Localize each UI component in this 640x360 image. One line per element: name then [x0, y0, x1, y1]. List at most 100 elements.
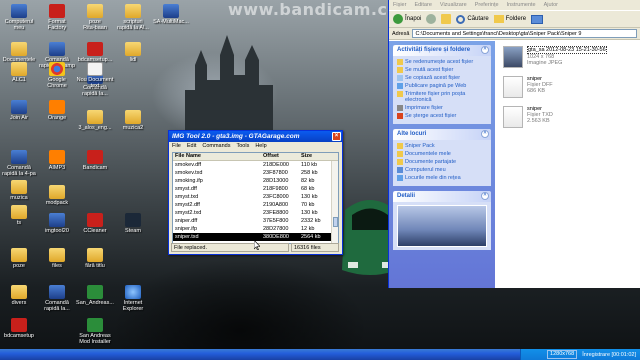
desktop-icon[interactable]: imgtool20 [38, 213, 76, 234]
desktop-icon[interactable]: poze [0, 248, 38, 269]
desktop-icon[interactable]: divers [0, 285, 38, 306]
place-link[interactable]: Documentele mele [397, 151, 487, 157]
task-link[interactable]: Imprimare fișier [397, 105, 487, 111]
address-input[interactable]: C:\Documents and Settings\franci\Desktop… [412, 29, 637, 38]
views-icon[interactable] [531, 14, 544, 24]
desktop-icon[interactable]: San_Andreas... [76, 285, 114, 306]
table-row[interactable]: smyst.txd 23FC8000 130 kb [173, 193, 338, 201]
task-link[interactable]: Publicare pagină pe Web [397, 83, 487, 89]
table-row[interactable]: smokev.txd 23F87800 258 kb [173, 169, 338, 177]
desktop-icon[interactable]: CCleaner [76, 213, 114, 234]
file-item[interactable]: sniper Fișier TXD 2.563 KB [503, 106, 637, 130]
column-file-name[interactable]: File Name [173, 153, 261, 160]
desktop-icon[interactable]: Steam [114, 213, 152, 234]
desktop-icon[interactable]: fără titlu [76, 248, 114, 269]
place-link[interactable]: Computerul meu [397, 167, 487, 173]
desktop-icon[interactable]: Comandă rapidă la... [38, 285, 76, 312]
details-title: Detalii [397, 193, 416, 199]
desktop-icon[interactable]: files [38, 248, 76, 269]
collapse-chevron-icon[interactable]: ^ [481, 130, 489, 138]
menu-ajutor[interactable]: Ajutor [544, 2, 558, 8]
task-link[interactable]: Se redenumește acest fișier [397, 59, 487, 65]
desktop-icon[interactable]: Format Factory [38, 4, 76, 31]
menu-editare[interactable]: Editare [414, 2, 431, 8]
list-scrollbar[interactable] [331, 161, 338, 243]
menu-file[interactable]: File [172, 143, 181, 149]
desktop-icon[interactable]: AIMP3 [38, 150, 76, 171]
place-link-label: Documente partajate [405, 159, 457, 165]
desktop-icon[interactable]: Internet Explorer [114, 285, 152, 312]
table-row[interactable]: smyst2.dff 2190A800 70 kb [173, 201, 338, 209]
place-link[interactable]: Sniper Pack [397, 143, 487, 149]
menu-vizualizare[interactable]: Vizualizare [440, 2, 467, 8]
other-places-header[interactable]: Alte locuri ^ [393, 129, 491, 140]
folders-button[interactable]: Foldere [493, 15, 526, 23]
close-icon[interactable]: × [332, 132, 341, 141]
details-header[interactable]: Detalii ^ [393, 191, 491, 202]
task-link[interactable]: Se șterge acest fișier [397, 113, 487, 119]
desktop-icon[interactable]: modpack [38, 185, 76, 206]
table-row[interactable]: smyst.dff 218F9800 68 kb [173, 185, 338, 193]
desktop-icon[interactable]: bdcamsetup [0, 318, 38, 339]
task-link[interactable]: Se copiază acest fișier [397, 75, 487, 81]
table-row[interactable]: sniper.ifp 28D27800 12 kb [173, 225, 338, 233]
search-label: Căutare [467, 16, 489, 22]
desktop-icon[interactable]: Bandicam [76, 150, 114, 171]
desktop-icon[interactable]: Computerul meu [0, 4, 38, 31]
system-tray: 1280x768 Înregistrare [00:01:02] [520, 349, 640, 360]
file-tasks-header[interactable]: Activități fișiere și foldere ^ [393, 45, 491, 56]
explorer-window[interactable]: Fișier Editare Vizualizare Preferințe In… [388, 0, 640, 288]
desktop-icon[interactable]: muzica2 [114, 110, 152, 131]
desktop-icon-label: ALC1 [12, 77, 26, 83]
table-row[interactable]: sniper.dff 37E5F800 2332 kb [173, 217, 338, 225]
file-item[interactable]: sniper Fișier DFF 686 KB [503, 76, 637, 100]
desktop-icon[interactable]: Comandă rapidă la 4-pa [0, 150, 38, 177]
imgtool-window[interactable]: IMG Tool 2.0 - gta3.img - GTAGarage.com … [168, 130, 343, 255]
up-folder-icon[interactable] [441, 14, 452, 24]
menu-preferinte[interactable]: Preferințe [475, 2, 499, 8]
back-arrow-icon [393, 14, 403, 24]
file-item[interactable]: gta_sa 2012-08-23 15-21-30-56 1024 x 768 I… [503, 46, 637, 70]
cell-offset: 37E5F800 [263, 218, 289, 224]
collapse-chevron-icon[interactable]: ^ [481, 192, 489, 200]
desktop-icon[interactable]: Nou Document text [76, 62, 114, 89]
desktop-icon[interactable]: 3_alos_eng... [76, 110, 114, 131]
task-link[interactable]: Se mută acest fișier [397, 67, 487, 73]
desktop-icon[interactable]: poze Rita-baan [76, 4, 114, 31]
desktop-icon[interactable]: muzica [0, 180, 38, 201]
desktop-icon[interactable]: Orange [38, 100, 76, 121]
table-row[interactable]: smoking.ifp 28D13000 82 kb [173, 177, 338, 185]
place-link[interactable]: Locurile mele din rețea [397, 175, 487, 181]
file-count: 16316 files [291, 243, 339, 252]
desktop-icon[interactable]: scripturi rapidă la Al... [114, 4, 152, 31]
desktop-icon[interactable]: ALC1 [0, 62, 38, 83]
img-file-list[interactable]: File Name Offset Size smokev.dff 218DE000… [172, 152, 339, 244]
scrollbar-thumb[interactable] [333, 217, 338, 227]
desktop-icon[interactable]: Google Chrome [38, 62, 76, 89]
forward-arrow-icon[interactable] [426, 14, 437, 24]
desktop-icon[interactable]: ts [0, 205, 38, 226]
desktop-icon[interactable]: Join Air [0, 100, 38, 121]
place-link[interactable]: Documente partajate [397, 159, 487, 165]
imgtool-titlebar[interactable]: IMG Tool 2.0 - gta3.img - GTAGarage.com … [169, 131, 342, 142]
menu-help[interactable]: Help [255, 143, 266, 149]
column-size[interactable]: Size [299, 153, 329, 160]
table-row[interactable]: smokev.dff 218DE000 110 kb [173, 161, 338, 169]
column-offset[interactable]: Offset [261, 153, 299, 160]
desktop-icon[interactable]: lidl [114, 42, 152, 63]
desktop-icon[interactable]: San Andreas Mod Installer [76, 318, 114, 345]
task-link[interactable]: Trimitere fișier prin poșta electronică [397, 91, 487, 103]
table-row[interactable]: smyst2.txd 23FE8800 130 kb [173, 209, 338, 217]
menu-tools[interactable]: Tools [236, 143, 249, 149]
desktop-icon[interactable]: bdcamsetup... [76, 42, 114, 63]
castle-silhouette [185, 35, 273, 130]
menu-commands[interactable]: Commands [202, 143, 230, 149]
search-button[interactable]: Căutare [456, 14, 489, 24]
computer-icon [11, 4, 27, 18]
back-button[interactable]: Înapoi [393, 14, 421, 24]
collapse-chevron-icon[interactable]: ^ [481, 46, 489, 54]
menu-fisier[interactable]: Fișier [393, 2, 406, 8]
desktop-icon[interactable]: SA-MultiMac... [152, 4, 190, 25]
menu-instrumente[interactable]: Instrumente [507, 2, 536, 8]
menu-edit[interactable]: Edit [187, 143, 196, 149]
